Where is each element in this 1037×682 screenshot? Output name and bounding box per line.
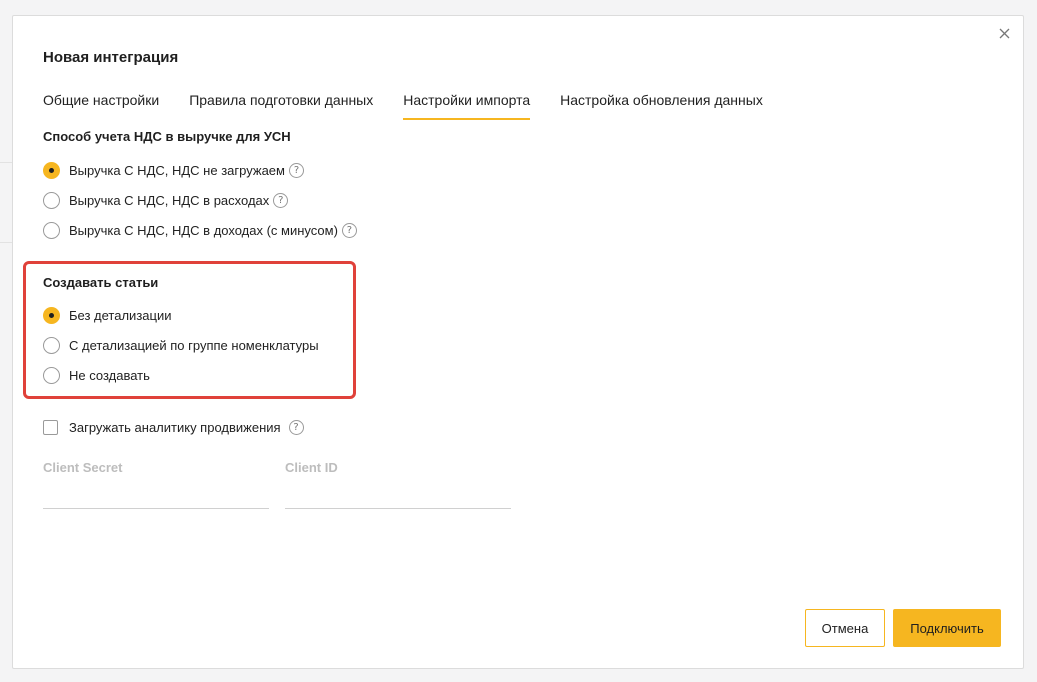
help-icon[interactable]: ? bbox=[288, 419, 304, 435]
client-id-label: Client ID bbox=[285, 460, 338, 475]
promo-analytics-checkbox[interactable] bbox=[43, 419, 58, 435]
radio-button[interactable] bbox=[43, 221, 60, 239]
help-icon[interactable]: ? bbox=[273, 192, 289, 208]
vat-option-label: Выручка С НДС, НДС в расходах bbox=[69, 192, 270, 208]
articles-option-label: Без детализации bbox=[69, 307, 172, 323]
tab-general-settings[interactable]: Общие настройки bbox=[43, 92, 159, 120]
close-button[interactable] bbox=[995, 24, 1013, 42]
vat-section-title: Способ учета НДС в выручке для УСН bbox=[43, 129, 291, 144]
help-icon[interactable]: ? bbox=[288, 162, 304, 178]
client-secret-input[interactable] bbox=[43, 483, 269, 509]
articles-option-do-not-create[interactable]: Не создавать bbox=[43, 365, 150, 385]
client-secret-field: Client Secret bbox=[43, 460, 269, 509]
dialog-title: Новая интеграция bbox=[43, 49, 179, 66]
client-secret-label: Client Secret bbox=[43, 460, 123, 475]
radio-button[interactable] bbox=[43, 366, 60, 384]
vat-option-not-loaded[interactable]: Выручка С НДС, НДС не загружаем ? bbox=[43, 160, 304, 180]
radio-button-checked[interactable] bbox=[43, 306, 60, 324]
vat-option-label: Выручка С НДС, НДС в доходах (с минусом) bbox=[69, 222, 338, 238]
client-id-field: Client ID bbox=[285, 460, 511, 509]
tab-bar: Общие настройки Правила подготовки данны… bbox=[43, 92, 793, 120]
vat-option-expenses[interactable]: Выручка С НДС, НДС в расходах ? bbox=[43, 190, 289, 210]
vat-option-income-minus[interactable]: Выручка С НДС, НДС в доходах (с минусом)… bbox=[43, 220, 357, 240]
promo-analytics-option[interactable]: Загружать аналитику продвижения ? bbox=[43, 417, 304, 437]
articles-option-label: Не создавать bbox=[69, 367, 150, 383]
background-lines bbox=[0, 0, 12, 682]
tab-import-settings[interactable]: Настройки импорта bbox=[403, 92, 531, 120]
promo-analytics-label: Загружать аналитику продвижения bbox=[69, 419, 281, 435]
tab-data-update-settings[interactable]: Настройка обновления данных bbox=[560, 92, 763, 120]
radio-button-checked[interactable] bbox=[43, 161, 60, 179]
help-icon[interactable]: ? bbox=[341, 222, 357, 238]
close-icon bbox=[999, 28, 1009, 38]
articles-section-title: Создавать статьи bbox=[43, 275, 159, 290]
radio-button[interactable] bbox=[43, 336, 60, 354]
articles-option-group-detail[interactable]: С детализацией по группе номенклатуры bbox=[43, 335, 319, 355]
articles-option-label: С детализацией по группе номенклатуры bbox=[69, 337, 319, 353]
cancel-button[interactable]: Отмена bbox=[805, 609, 885, 647]
vat-option-label: Выручка С НДС, НДС не загружаем bbox=[69, 162, 285, 178]
background-divider bbox=[0, 162, 12, 163]
client-id-input[interactable] bbox=[285, 483, 511, 509]
radio-button[interactable] bbox=[43, 191, 60, 209]
articles-option-no-detail[interactable]: Без детализации bbox=[43, 305, 171, 325]
integration-dialog: Новая интеграция Общие настройки Правила… bbox=[12, 15, 1024, 669]
tab-data-preparation-rules[interactable]: Правила подготовки данных bbox=[189, 92, 373, 120]
background-divider bbox=[0, 242, 12, 243]
connect-button[interactable]: Подключить bbox=[893, 609, 1001, 647]
